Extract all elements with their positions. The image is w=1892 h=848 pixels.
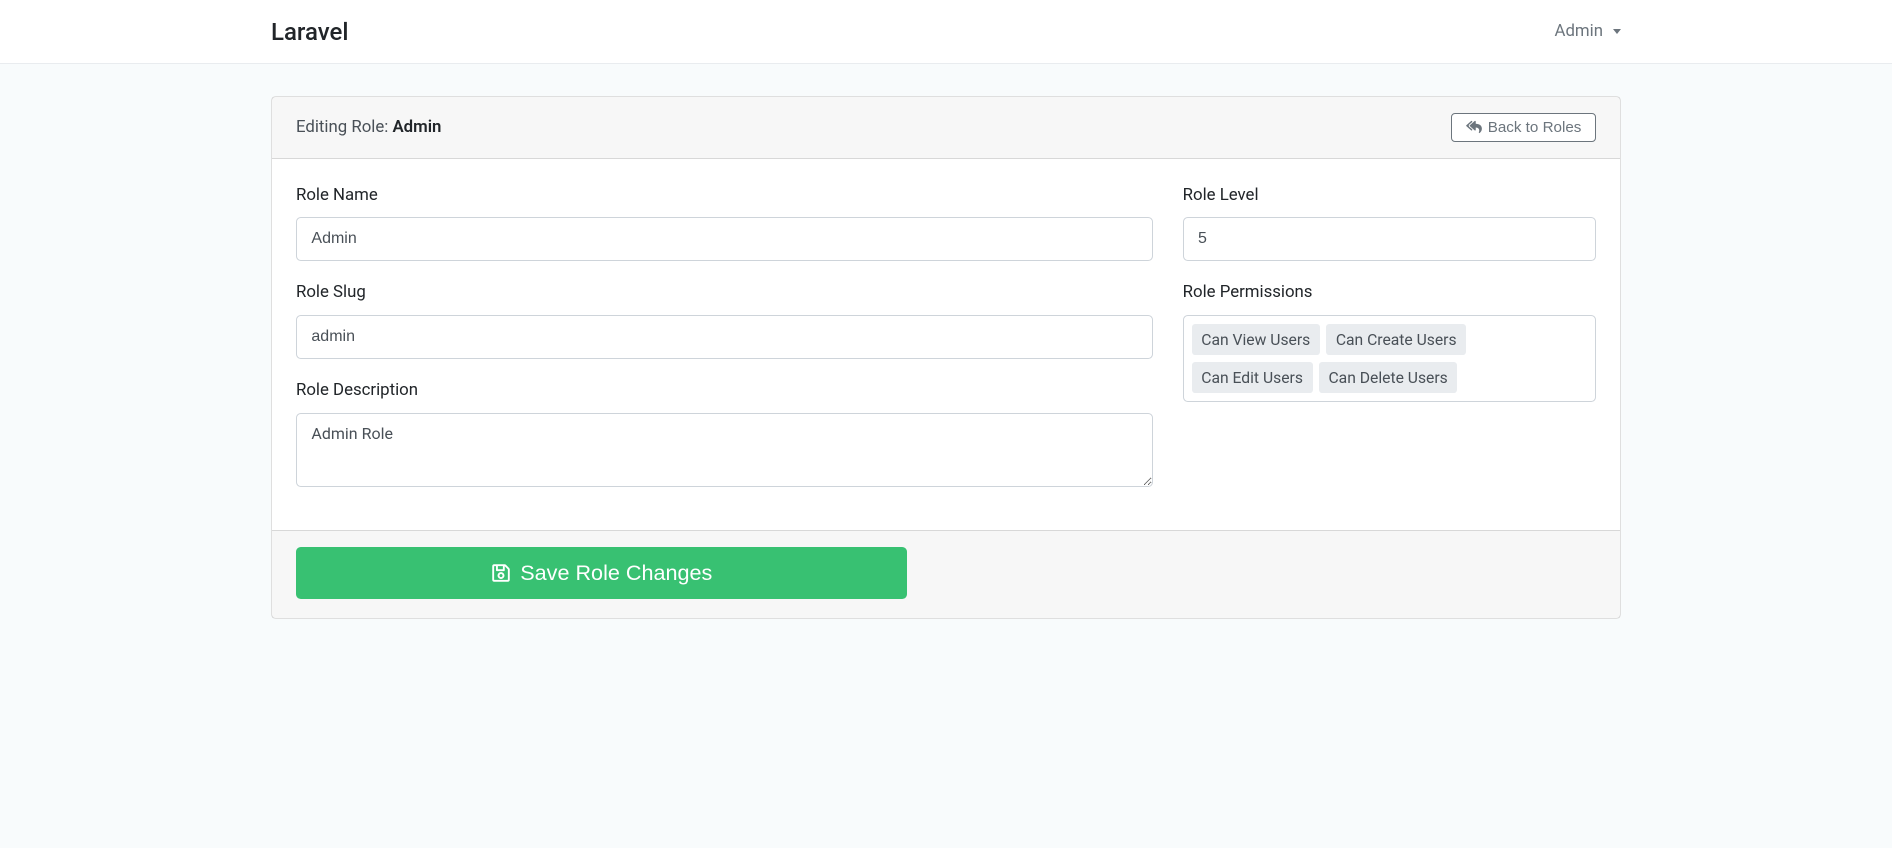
card-footer: Save Role Changes	[272, 530, 1620, 618]
page-background: Editing Role: Admin Back to Roles Role N…	[0, 64, 1892, 848]
card-title: Editing Role: Admin	[296, 115, 441, 140]
permission-tag[interactable]: Can Edit Users	[1192, 362, 1313, 394]
chevron-down-icon	[1613, 29, 1621, 34]
reply-all-icon	[1466, 120, 1482, 134]
user-menu-dropdown[interactable]: Admin	[1555, 19, 1621, 44]
role-desc-textarea[interactable]	[296, 413, 1153, 487]
card-body: Role Name Role Slug Role Description	[272, 159, 1620, 530]
card-header: Editing Role: Admin Back to Roles	[272, 97, 1620, 159]
role-slug-input[interactable]	[296, 315, 1153, 359]
save-icon	[491, 563, 511, 583]
role-permissions-select[interactable]: Can View Users Can Create Users Can Edit…	[1183, 315, 1596, 402]
back-to-roles-button[interactable]: Back to Roles	[1451, 113, 1596, 142]
save-button-label: Save Role Changes	[520, 560, 712, 586]
navbar: Laravel Admin	[0, 0, 1892, 64]
role-name-label: Role Name	[296, 183, 1153, 208]
permission-tag[interactable]: Can Create Users	[1326, 324, 1466, 356]
role-level-input[interactable]	[1183, 217, 1596, 261]
role-perms-label: Role Permissions	[1183, 280, 1596, 305]
role-edit-card: Editing Role: Admin Back to Roles Role N…	[271, 96, 1621, 619]
save-role-button[interactable]: Save Role Changes	[296, 547, 907, 599]
brand-link[interactable]: Laravel	[271, 14, 348, 50]
permission-tag[interactable]: Can View Users	[1192, 324, 1320, 356]
role-slug-label: Role Slug	[296, 280, 1153, 305]
card-title-prefix: Editing Role:	[296, 117, 392, 137]
role-desc-label: Role Description	[296, 378, 1153, 403]
back-button-label: Back to Roles	[1488, 119, 1582, 136]
permission-tag[interactable]: Can Delete Users	[1319, 362, 1457, 394]
role-level-label: Role Level	[1183, 183, 1596, 208]
card-title-role: Admin	[392, 117, 441, 137]
role-name-input[interactable]	[296, 217, 1153, 261]
user-name-label: Admin	[1555, 19, 1603, 44]
